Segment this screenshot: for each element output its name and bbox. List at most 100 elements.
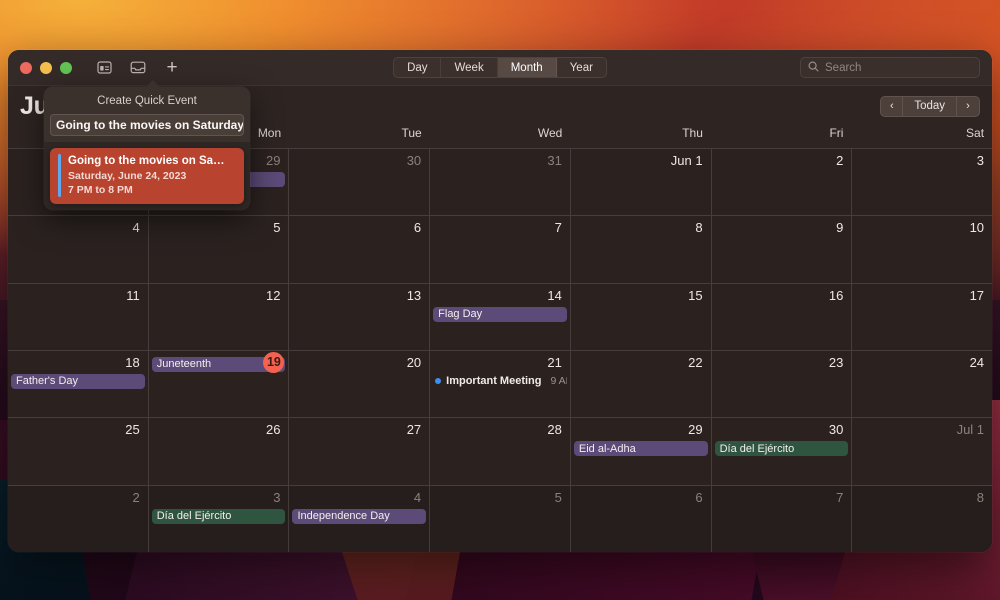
day-number: 31 xyxy=(547,153,562,168)
date-navigation[interactable]: ‹ Today › xyxy=(880,95,980,117)
day-cell[interactable]: 28 xyxy=(430,418,571,485)
day-events: Important Meeting 9 AM xyxy=(430,374,570,389)
day-cell[interactable]: 3 Día del Ejército xyxy=(148,485,290,552)
day-number: 30 xyxy=(406,153,422,168)
day-cell[interactable]: 13 xyxy=(289,283,431,350)
calendar-list-icon[interactable] xyxy=(94,58,114,78)
day-cell[interactable]: 21 Important Meeting 9 AM xyxy=(430,350,571,418)
day-number: 12 xyxy=(265,287,281,303)
day-cell[interactable]: 11 xyxy=(8,283,149,350)
all-day-event[interactable]: Flag Day xyxy=(433,306,567,322)
day-cell[interactable]: 30 Día del Ejército xyxy=(711,418,853,485)
day-number: 17 xyxy=(969,287,985,303)
day-cell[interactable]: 24 xyxy=(852,350,992,418)
day-cell[interactable]: 23 xyxy=(711,350,853,418)
day-cell[interactable]: 17 xyxy=(852,283,992,350)
calendar-color-bar xyxy=(58,154,61,197)
suggestion-time: 7 PM to 8 PM xyxy=(68,184,133,196)
day-cell[interactable]: 31 xyxy=(430,149,571,216)
day-number: 2 xyxy=(836,153,844,168)
day-cell[interactable]: 18 Father's Day xyxy=(8,350,149,418)
day-cell[interactable]: 16 xyxy=(711,283,853,350)
search-field[interactable] xyxy=(800,57,980,78)
day-cell[interactable]: 5 xyxy=(430,485,571,552)
day-cell[interactable]: 8 xyxy=(570,216,712,283)
day-cell[interactable]: 30 xyxy=(289,149,431,216)
today-button[interactable]: Today xyxy=(903,96,957,116)
day-cell[interactable]: 26 xyxy=(148,418,290,485)
tab-week[interactable]: Week xyxy=(442,58,498,77)
week-row: 2 3 Día del Ejército 4 Independence Day 5 6 7 8 xyxy=(8,485,992,552)
suggestion-title: Going to the movies on Sa… xyxy=(68,155,225,167)
day-number: 4 xyxy=(413,489,422,505)
day-cell[interactable]: 7 xyxy=(711,485,853,552)
all-day-event[interactable]: Día del Ejército xyxy=(151,508,286,524)
day-number: Jun 1 xyxy=(670,153,703,168)
day-cell[interactable]: 4 Independence Day xyxy=(289,485,431,552)
quick-event-input[interactable]: Going to the movies on Saturday night xyxy=(50,114,244,136)
day-number: 5 xyxy=(554,489,562,505)
inbox-icon[interactable] xyxy=(128,58,148,78)
day-cell[interactable]: 27 xyxy=(289,418,431,485)
all-day-event[interactable]: Eid al-Adha xyxy=(573,441,708,457)
zoom-button[interactable] xyxy=(60,61,72,74)
add-event-button[interactable]: + xyxy=(162,58,182,78)
tab-month[interactable]: Month xyxy=(497,58,557,77)
close-button[interactable] xyxy=(20,61,32,74)
day-number: 28 xyxy=(547,422,562,438)
previous-month-button[interactable]: ‹ xyxy=(881,96,904,116)
view-mode-segmented-control[interactable]: Day Week Month Year xyxy=(393,57,607,78)
timed-event[interactable]: Important Meeting 9 AM xyxy=(433,374,567,389)
day-events: Día del Ejército xyxy=(712,441,852,457)
all-day-event[interactable]: Father's Day xyxy=(11,373,145,389)
day-cell[interactable]: 8 xyxy=(852,485,992,552)
day-cell[interactable]: 15 xyxy=(570,283,712,350)
day-cell[interactable]: 4 xyxy=(8,216,149,283)
day-cell[interactable]: 5 xyxy=(148,216,290,283)
day-cell[interactable]: 2 xyxy=(711,149,853,216)
week-row: 11 12 13 14 Flag Day 15 16 17 xyxy=(8,283,992,351)
weekday-label-wed: Wed xyxy=(537,126,563,140)
day-events: Eid al-Adha xyxy=(571,441,711,457)
next-month-button[interactable]: › xyxy=(957,97,979,116)
day-cell[interactable]: Jul 1 xyxy=(852,418,992,485)
search-icon xyxy=(808,59,819,77)
day-cell[interactable]: 14 Flag Day xyxy=(430,283,571,350)
day-cell[interactable]: 19 Juneteenth xyxy=(148,350,290,418)
day-number: 16 xyxy=(828,287,844,303)
tab-day[interactable]: Day xyxy=(394,58,442,77)
minimize-button[interactable] xyxy=(40,61,52,74)
day-cell[interactable]: 7 xyxy=(430,216,571,283)
day-number: 8 xyxy=(976,489,985,505)
event-suggestion-card[interactable]: Going to the movies on Sa… Saturday, Jun… xyxy=(50,148,244,204)
day-number: 9 xyxy=(836,220,844,236)
day-cell[interactable]: 6 xyxy=(570,485,712,552)
day-number: 2 xyxy=(132,489,140,505)
all-day-event[interactable]: Independence Day xyxy=(292,508,427,524)
day-number: 26 xyxy=(265,422,281,438)
day-cell[interactable]: 10 xyxy=(852,216,992,283)
day-number: 15 xyxy=(688,287,703,303)
day-cell[interactable]: 3 xyxy=(852,149,992,216)
day-cell[interactable]: 12 xyxy=(148,283,290,350)
day-cell[interactable]: 2 xyxy=(8,485,149,552)
day-number: 4 xyxy=(132,220,140,236)
day-cell[interactable]: 9 xyxy=(711,216,853,283)
day-number: 10 xyxy=(969,220,985,236)
day-number: 22 xyxy=(688,354,703,370)
quick-event-popover: Create Quick Event Going to the movies o… xyxy=(44,80,250,210)
day-cell[interactable]: 29 Eid al-Adha xyxy=(570,418,712,485)
tab-year[interactable]: Year xyxy=(557,58,606,77)
day-events: Independence Day xyxy=(289,508,429,524)
day-cell[interactable]: 22 xyxy=(570,350,712,418)
weekday-label-tue: Tue xyxy=(401,126,422,140)
day-number: 30 xyxy=(828,422,844,438)
search-input[interactable] xyxy=(825,61,972,74)
all-day-event[interactable]: Día del Ejército xyxy=(714,441,849,457)
day-cell[interactable]: 20 xyxy=(289,350,431,418)
day-cell[interactable]: 6 xyxy=(289,216,431,283)
weekday-label-fri: Fri xyxy=(829,126,844,140)
day-cell[interactable]: Jun 1 xyxy=(570,149,712,216)
day-number: 18 xyxy=(125,354,140,370)
day-cell[interactable]: 25 xyxy=(8,418,149,485)
